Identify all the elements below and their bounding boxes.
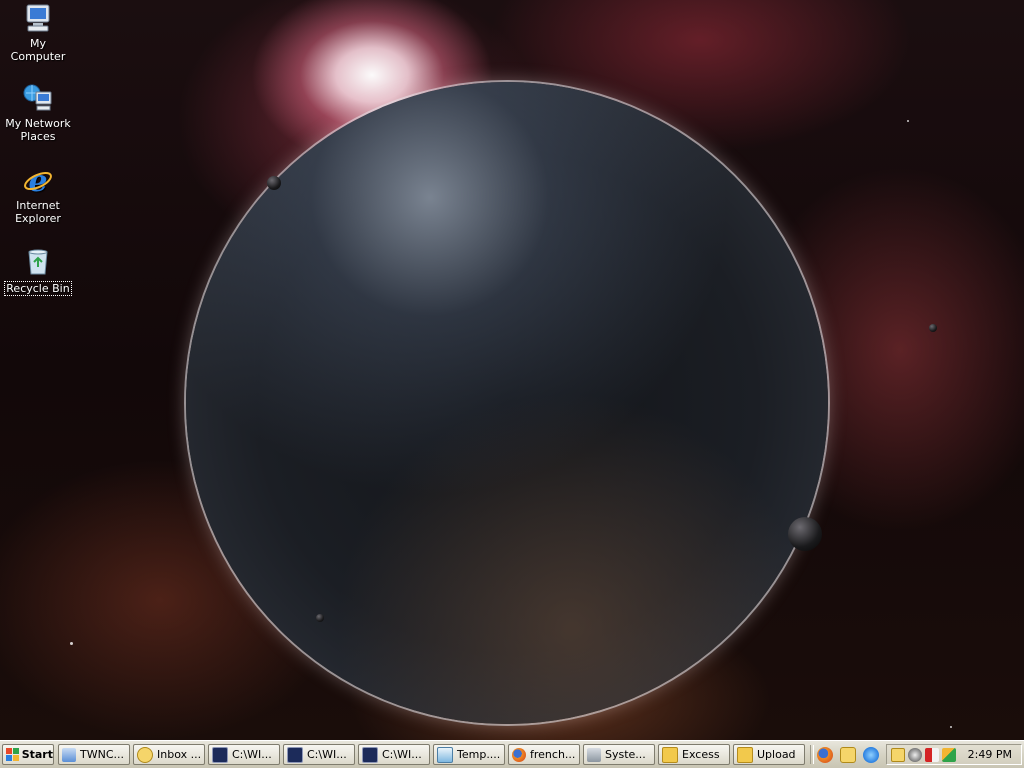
internet-explorer-icon: e [22, 164, 54, 199]
star [70, 642, 73, 645]
desktop-wallpaper: My Computer My Network Places e Internet… [0, 0, 1024, 740]
taskbar-button-inbox[interactable]: Inbox ... [133, 744, 205, 765]
taskbar-button-firefox[interactable]: french... [508, 744, 580, 765]
small-moon [267, 176, 281, 190]
taskbar-button-excess[interactable]: Excess [658, 744, 730, 765]
task-label: Inbox ... [157, 748, 202, 761]
taskbar-button-temp[interactable]: Temp.... [433, 744, 505, 765]
small-moon [929, 324, 937, 332]
taskbar-separator [810, 745, 814, 764]
internet-explorer-icon[interactable] [863, 747, 879, 763]
task-label: C:\WI... [382, 748, 422, 761]
desktop-icon-internet-explorer[interactable]: e Internet Explorer [0, 164, 76, 225]
task-label: Excess [682, 748, 720, 761]
taskbar-button-system[interactable]: Syste... [583, 744, 655, 765]
task-label: TWNC... [80, 748, 124, 761]
moon [788, 517, 822, 551]
taskbar-button-twnc[interactable]: TWNC... [58, 744, 130, 765]
network-places-icon [22, 82, 54, 114]
taskbar-button-cmd-1[interactable]: C:\WI... [208, 744, 280, 765]
clock-app-icon[interactable] [891, 748, 905, 762]
gear-icon[interactable] [908, 748, 922, 762]
star [950, 726, 952, 728]
twnc-icon [62, 747, 76, 762]
mail-icon [137, 746, 153, 763]
clock[interactable]: 2:49 PM [968, 748, 1012, 761]
firefox-icon [512, 747, 526, 762]
task-label: french... [530, 748, 576, 761]
taskbar: Start TWNC... Inbox ... C:\WI... C:\WI..… [0, 740, 1024, 768]
star [907, 120, 909, 122]
taskbar-button-cmd-3[interactable]: C:\WI... [358, 744, 430, 765]
start-button[interactable]: Start [2, 744, 54, 765]
command-prompt-icon [212, 746, 228, 763]
task-label: Syste... [605, 748, 646, 761]
folder-icon [662, 746, 678, 763]
system-icon [587, 747, 601, 762]
task-label: Temp.... [457, 748, 501, 761]
taskbar-button-upload[interactable]: Upload [733, 744, 805, 765]
svg-text:e: e [28, 164, 47, 196]
folder-icon [737, 746, 753, 763]
taskbar-button-cmd-2[interactable]: C:\WI... [283, 744, 355, 765]
windows-logo-icon [6, 748, 19, 761]
desktop-icon-my-network-places[interactable]: My Network Places [0, 82, 76, 143]
pen-icon[interactable] [942, 748, 956, 762]
system-tray: 2:49 PM [886, 744, 1022, 765]
command-prompt-icon [287, 746, 303, 763]
task-label: C:\WI... [307, 748, 347, 761]
notepad-icon [437, 746, 453, 763]
desktop-icon-label: My Network Places [5, 117, 71, 143]
clock-app-icon[interactable] [840, 747, 856, 763]
planet-illustration [186, 82, 828, 724]
task-label: C:\WI... [232, 748, 272, 761]
desktop-icon-my-computer[interactable]: My Computer [0, 2, 76, 63]
my-computer-icon [22, 2, 54, 34]
command-prompt-icon [362, 746, 378, 763]
recycle-bin-icon [22, 246, 54, 278]
desktop-icon-label: Internet Explorer [15, 199, 61, 225]
desktop-icon-recycle-bin[interactable]: Recycle Bin [0, 246, 76, 296]
firefox-icon[interactable] [817, 747, 833, 763]
desktop-icon-label: My Computer [10, 37, 66, 63]
task-label: Upload [757, 748, 796, 761]
small-moon [316, 614, 324, 622]
desktop-icon-label: Recycle Bin [4, 281, 72, 296]
start-label: Start [21, 748, 53, 761]
red-alert-icon[interactable] [925, 748, 939, 762]
